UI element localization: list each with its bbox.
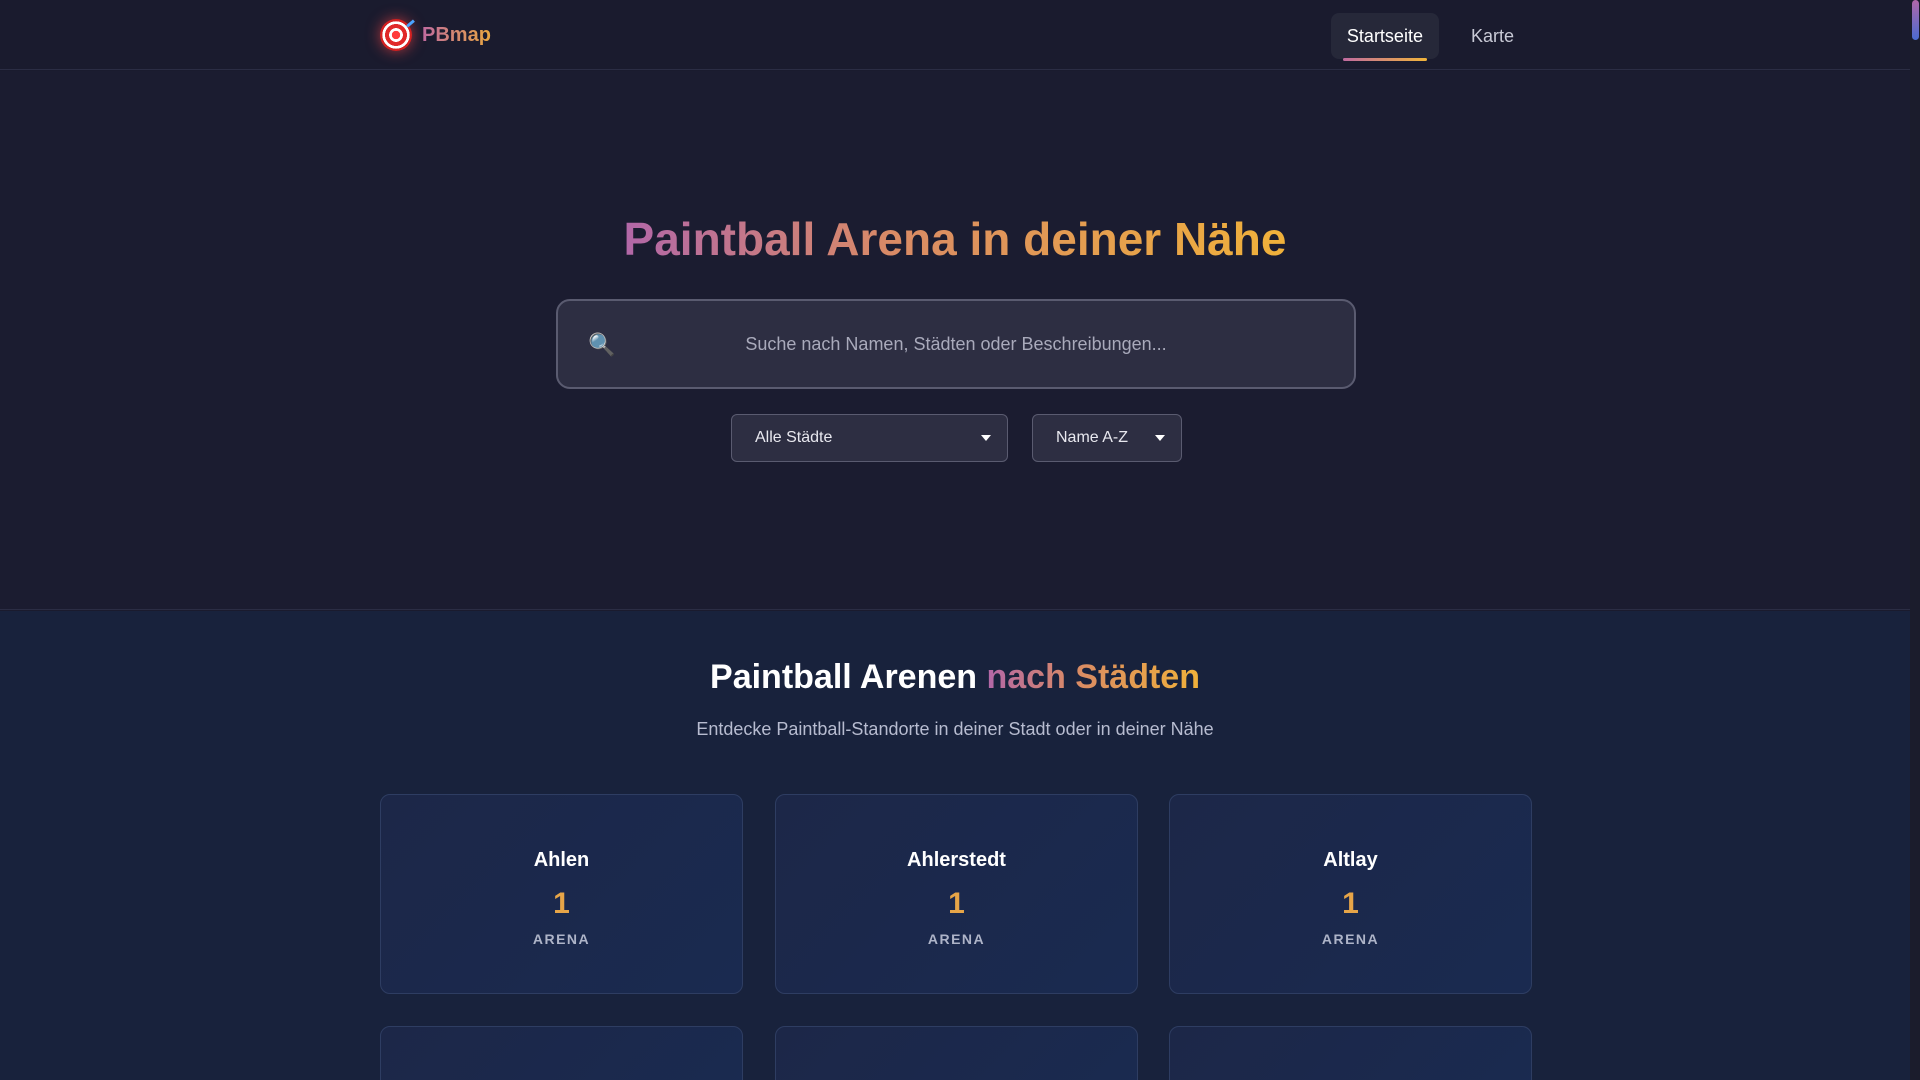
- page-scrollbar[interactable]: [1910, 0, 1920, 1080]
- nav-item-startseite[interactable]: Startseite: [1330, 13, 1439, 61]
- hero-section: Paintball Arena in deiner Nähe 🔍 Alle St…: [0, 71, 1910, 610]
- city-card[interactable]: Ahlen 1 ARENA: [380, 794, 743, 994]
- chevron-down-icon: [981, 435, 991, 441]
- page: PBmap Startseite Karte Paintball Arena i…: [0, 0, 1910, 1080]
- city-name: Ahlen: [533, 849, 590, 871]
- arena-unit: ARENA: [1321, 931, 1380, 947]
- cities-section-subtitle: Entdecke Paintball-Standorte in deiner S…: [696, 719, 1214, 739]
- arena-unit: ARENA: [532, 931, 591, 947]
- brand-logo[interactable]: PBmap: [380, 16, 491, 54]
- city-filter-select[interactable]: Alle Städte: [731, 414, 1008, 462]
- city-card[interactable]: [775, 1026, 1138, 1080]
- top-navbar: PBmap Startseite Karte: [0, 0, 1910, 70]
- city-filter-value: Alle Städte: [755, 429, 833, 446]
- hero-title-text: Paintball Arena in deiner Nähe: [623, 213, 1287, 265]
- cities-section: Paintball Arenen nach Städten Entdecke P…: [0, 611, 1910, 1080]
- hero-title: Paintball Arena in deiner Nähe: [0, 212, 1910, 266]
- city-name: Altlay: [1323, 849, 1378, 871]
- scrollbar-thumb[interactable]: [1912, 0, 1919, 40]
- section-title-gradient: nach Städten: [986, 658, 1200, 696]
- cities-section-title: Paintball Arenen nach Städten: [0, 658, 1910, 697]
- arena-count: 1: [948, 887, 965, 920]
- arena-count: 1: [553, 887, 570, 920]
- brand-name: PBmap: [422, 23, 491, 46]
- main-nav: Startseite Karte: [1330, 13, 1530, 61]
- target-icon: [380, 19, 412, 51]
- nav-item-karte[interactable]: Karte: [1455, 13, 1530, 59]
- section-title-plain: Paintball Arenen: [710, 658, 978, 696]
- search-input[interactable]: [558, 301, 1354, 387]
- city-card[interactable]: [380, 1026, 743, 1080]
- chevron-down-icon: [1155, 435, 1165, 441]
- city-card[interactable]: Ahlerstedt 1 ARENA: [775, 794, 1138, 994]
- city-card[interactable]: [1169, 1026, 1532, 1080]
- arena-count: 1: [1342, 887, 1359, 920]
- search-icon: 🔍: [588, 332, 616, 357]
- search-box[interactable]: 🔍: [556, 299, 1356, 389]
- arena-unit: ARENA: [927, 931, 986, 947]
- sort-value: Name A-Z: [1056, 429, 1129, 446]
- city-name: Ahlerstedt: [907, 849, 1006, 871]
- sort-select[interactable]: Name A-Z: [1032, 414, 1182, 462]
- city-card[interactable]: Altlay 1 ARENA: [1169, 794, 1532, 994]
